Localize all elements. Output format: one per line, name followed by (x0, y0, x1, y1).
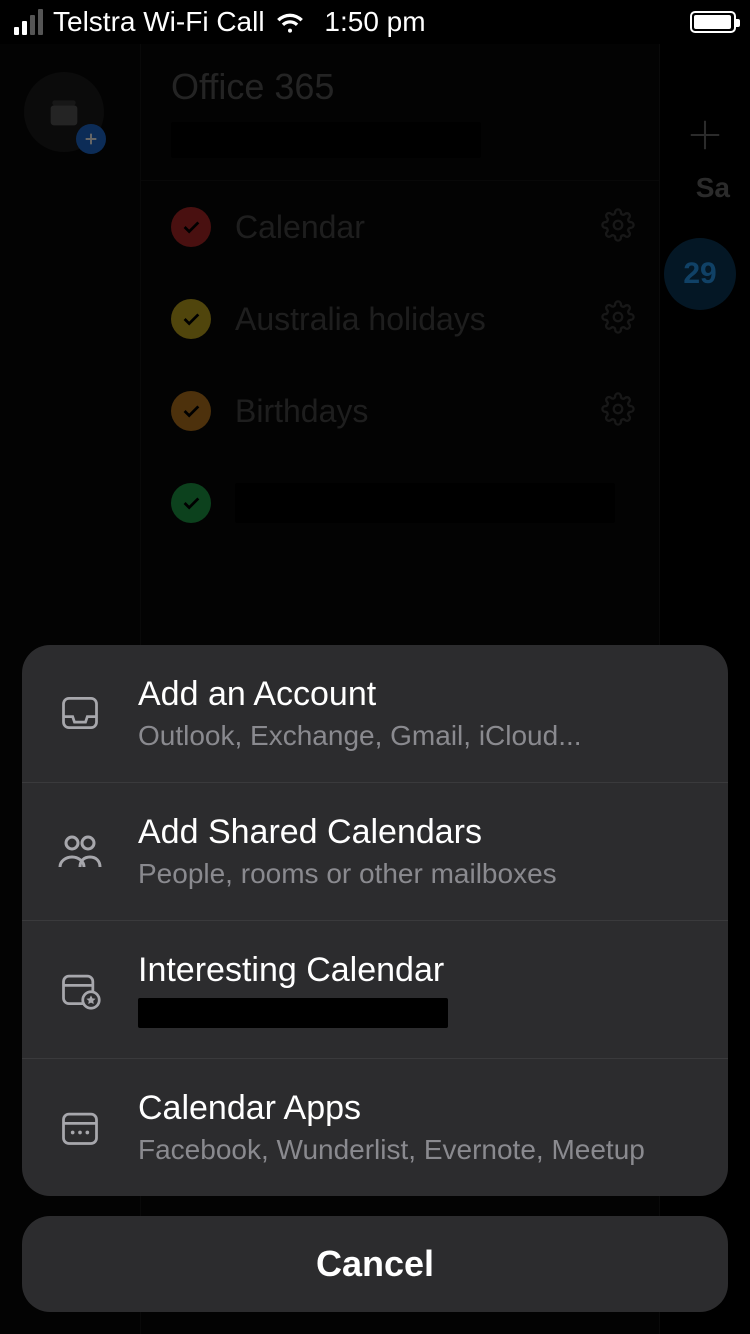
calendar-apps-icon (58, 1105, 102, 1149)
cancel-label: Cancel (316, 1243, 434, 1285)
add-shared-calendars-button[interactable]: Add Shared Calendars People, rooms or ot… (22, 782, 728, 920)
action-sheet: Add an Account Outlook, Exchange, Gmail,… (22, 645, 728, 1312)
cancel-button[interactable]: Cancel (22, 1216, 728, 1312)
sheet-item-title: Add an Account (138, 675, 698, 714)
sheet-item-subtitle: People, rooms or other mailboxes (138, 858, 698, 890)
sheet-item-subtitle: Facebook, Wunderlist, Evernote, Meetup (138, 1134, 698, 1166)
sheet-item-subtitle: Outlook, Exchange, Gmail, iCloud... (138, 720, 698, 752)
inbox-icon (58, 691, 102, 735)
sheet-item-title: Interesting Calendar (138, 951, 698, 990)
calendar-star-icon (58, 967, 102, 1011)
battery-icon (690, 11, 736, 33)
sheet-item-title: Add Shared Calendars (138, 813, 698, 852)
sheet-item-title: Calendar Apps (138, 1089, 698, 1128)
status-bar: Telstra Wi-Fi Call 1:50 pm (0, 0, 750, 44)
people-icon (56, 827, 104, 875)
clock-time: 1:50 pm (324, 6, 425, 37)
calendar-apps-button[interactable]: Calendar Apps Facebook, Wunderlist, Ever… (22, 1058, 728, 1196)
interesting-calendar-button[interactable]: Interesting Calendar (22, 920, 728, 1058)
add-account-button[interactable]: Add an Account Outlook, Exchange, Gmail,… (22, 645, 728, 782)
sheet-item-subtitle-redacted (138, 998, 448, 1028)
